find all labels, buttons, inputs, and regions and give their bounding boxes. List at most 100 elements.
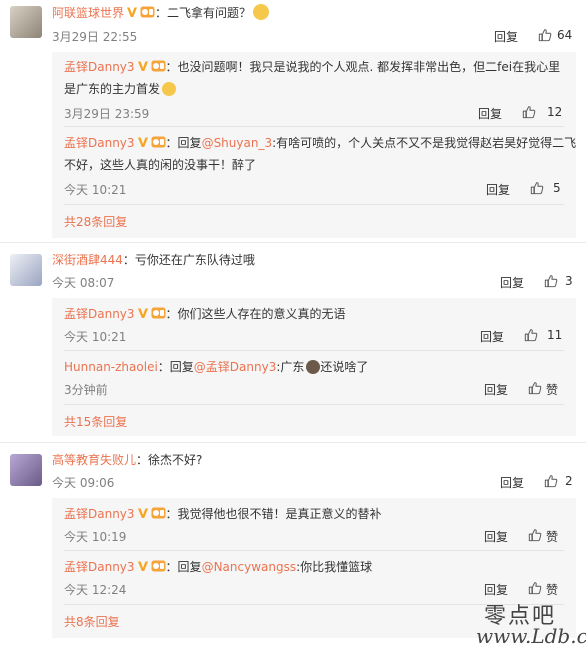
thread-divider: [0, 442, 586, 443]
username-link[interactable]: 孟铎Danny3: [64, 60, 135, 74]
comment-time: 今天 08:07: [52, 276, 115, 290]
like-thumb-icon[interactable]: [522, 105, 536, 119]
mention-link[interactable]: @孟铎Danny3: [194, 360, 277, 374]
comment-text: ：二飞拿有问题？: [155, 6, 252, 20]
reply-line: 不好，这些人真的闲的没事干！醉了: [64, 156, 256, 174]
reply-text: ：回复: [165, 560, 202, 574]
reply-text: :广东: [276, 360, 305, 374]
more-count: 15: [76, 415, 92, 429]
like-thumb-icon[interactable]: [528, 381, 542, 395]
like-count: 5: [553, 181, 561, 195]
comment-time: 今天 09:06: [52, 476, 115, 490]
reply-button[interactable]: 回复: [500, 274, 524, 291]
username-link[interactable]: 孟铎Danny3: [64, 507, 135, 521]
mention-link[interactable]: @Nancywangss: [202, 560, 297, 574]
like-count: 64: [557, 28, 573, 42]
comment-line: 高等教育失败儿：徐杰不好?: [52, 451, 202, 469]
watermark-url: www.Ldb.cc: [476, 624, 586, 648]
reply-line: 孟铎Danny3 ：我觉得他也很不错！是真正意义的替补: [64, 505, 382, 523]
reply-time: 今天 12:24: [64, 583, 127, 597]
emoji-icon: [306, 360, 321, 374]
verified-v-icon: [137, 136, 149, 148]
like-thumb-icon[interactable]: [524, 328, 538, 342]
avatar[interactable]: [10, 6, 42, 38]
reply-button[interactable]: 回复: [494, 28, 518, 45]
comment-text: ：徐杰不好?: [136, 453, 203, 467]
thread-divider: [0, 242, 586, 243]
like-count: 3: [565, 274, 573, 288]
more-prefix: 共: [64, 415, 77, 429]
like-thumb-icon[interactable]: [528, 528, 542, 542]
username-link[interactable]: 阿联篮球世界: [52, 6, 124, 20]
like-thumb-icon[interactable]: [544, 274, 558, 288]
username-link[interactable]: Hunnan-zhaolei: [64, 360, 158, 374]
mention-link[interactable]: @Shuyan_3: [202, 136, 273, 150]
like-thumb-icon[interactable]: [528, 581, 542, 595]
reply-text: ：也没问题啊！我只是说我的个人观点. 都发挥非常出色，但二fei在我心里: [165, 60, 561, 74]
divider: [64, 350, 564, 351]
reply-text: 是广东的主力首发: [64, 82, 161, 96]
avatar[interactable]: [10, 454, 42, 486]
vip-level-icon: [151, 60, 166, 72]
like-count: 赞: [546, 383, 559, 397]
reply-button[interactable]: 回复: [484, 381, 508, 398]
username-link[interactable]: 孟铎Danny3: [64, 136, 135, 150]
like-thumb-icon[interactable]: [530, 181, 544, 195]
like-count: 赞: [546, 583, 559, 597]
reply-button[interactable]: 回复: [480, 328, 504, 345]
reply-button[interactable]: 回复: [484, 528, 508, 545]
username-link[interactable]: 深街酒肆444: [52, 253, 123, 267]
comment-time: 3月29日 22:55: [52, 30, 138, 44]
reply-line: 孟铎Danny3 ：回复@Nancywangss:你比我懂篮球: [64, 558, 372, 576]
more-replies-link[interactable]: 共8条回复: [64, 613, 120, 630]
reply-text: ：回复: [157, 360, 194, 374]
reply-text: 还说啥了: [320, 360, 369, 374]
reply-text: 不好，这些人真的闲的没事干！醉了: [64, 158, 257, 172]
reply-button[interactable]: 回复: [500, 474, 524, 491]
reply-line: 孟铎Danny3 ：也没问题啊！我只是说我的个人观点. 都发挥非常出色，但二fei…: [64, 58, 560, 76]
reply-line: 是广东的主力首发: [64, 80, 177, 98]
verified-v-icon: [137, 307, 149, 319]
username-link[interactable]: 孟铎Danny3: [64, 307, 135, 321]
reply-button[interactable]: 回复: [486, 181, 510, 198]
username-link[interactable]: 高等教育失败儿: [52, 453, 136, 467]
reply-time: 今天 10:21: [64, 183, 127, 197]
reply-time: 3月29日 23:59: [64, 107, 150, 121]
divider: [64, 126, 564, 127]
verified-v-icon: [137, 507, 149, 519]
emoji-icon: [253, 4, 270, 20]
reply-line: 孟铎Danny3 ：回复@Shuyan_3:有啥可喷的，个人关点不又不是我觉得赵岩…: [64, 134, 576, 152]
username-link[interactable]: 孟铎Danny3: [64, 560, 135, 574]
divider: [64, 550, 564, 551]
more-suffix: 条回复: [83, 615, 120, 629]
divider: [64, 404, 564, 405]
reply-line: 孟铎Danny3 ：你们这些人存在的意义真的无语: [64, 305, 346, 323]
vip-level-icon: [151, 136, 166, 148]
verified-v-icon: [137, 60, 149, 72]
avatar[interactable]: [10, 254, 42, 286]
like-thumb-icon[interactable]: [544, 474, 558, 488]
more-suffix: 条回复: [91, 415, 128, 429]
reply-button[interactable]: 回复: [478, 105, 502, 122]
reply-text: ：我觉得他也很不错！是真正意义的替补: [165, 507, 382, 521]
more-count: 8: [76, 615, 84, 629]
reply-text: :你比我懂篮球: [296, 560, 373, 574]
reply-line: Hunnan-zhaolei：回复@孟铎Danny3:广东 还说啥了: [64, 358, 368, 376]
reply-text: ：你们这些人存在的意义真的无语: [165, 307, 346, 321]
comment-line: 阿联篮球世界 ：二飞拿有问题？: [52, 4, 270, 22]
more-replies-link[interactable]: 共15条回复: [64, 413, 127, 430]
comment-text: ：亏你还在广东队待过哦: [122, 253, 255, 267]
more-count: 28: [76, 215, 92, 229]
reply-button[interactable]: 回复: [484, 581, 508, 598]
vip-level-icon: [151, 507, 166, 519]
more-replies-link[interactable]: 共28条回复: [64, 213, 127, 230]
reply-time: 今天 10:21: [64, 330, 127, 344]
reply-time: 3分钟前: [64, 383, 108, 397]
more-prefix: 共: [64, 615, 77, 629]
vip-level-icon: [151, 307, 166, 319]
reply-text: :有啥可喷的，个人关点不又不是我觉得赵岩昊好觉得二飞: [272, 136, 577, 150]
like-count: 12: [547, 105, 563, 119]
vip-level-icon: [140, 6, 155, 18]
like-thumb-icon[interactable]: [538, 28, 552, 42]
reply-time: 今天 10:19: [64, 530, 127, 544]
